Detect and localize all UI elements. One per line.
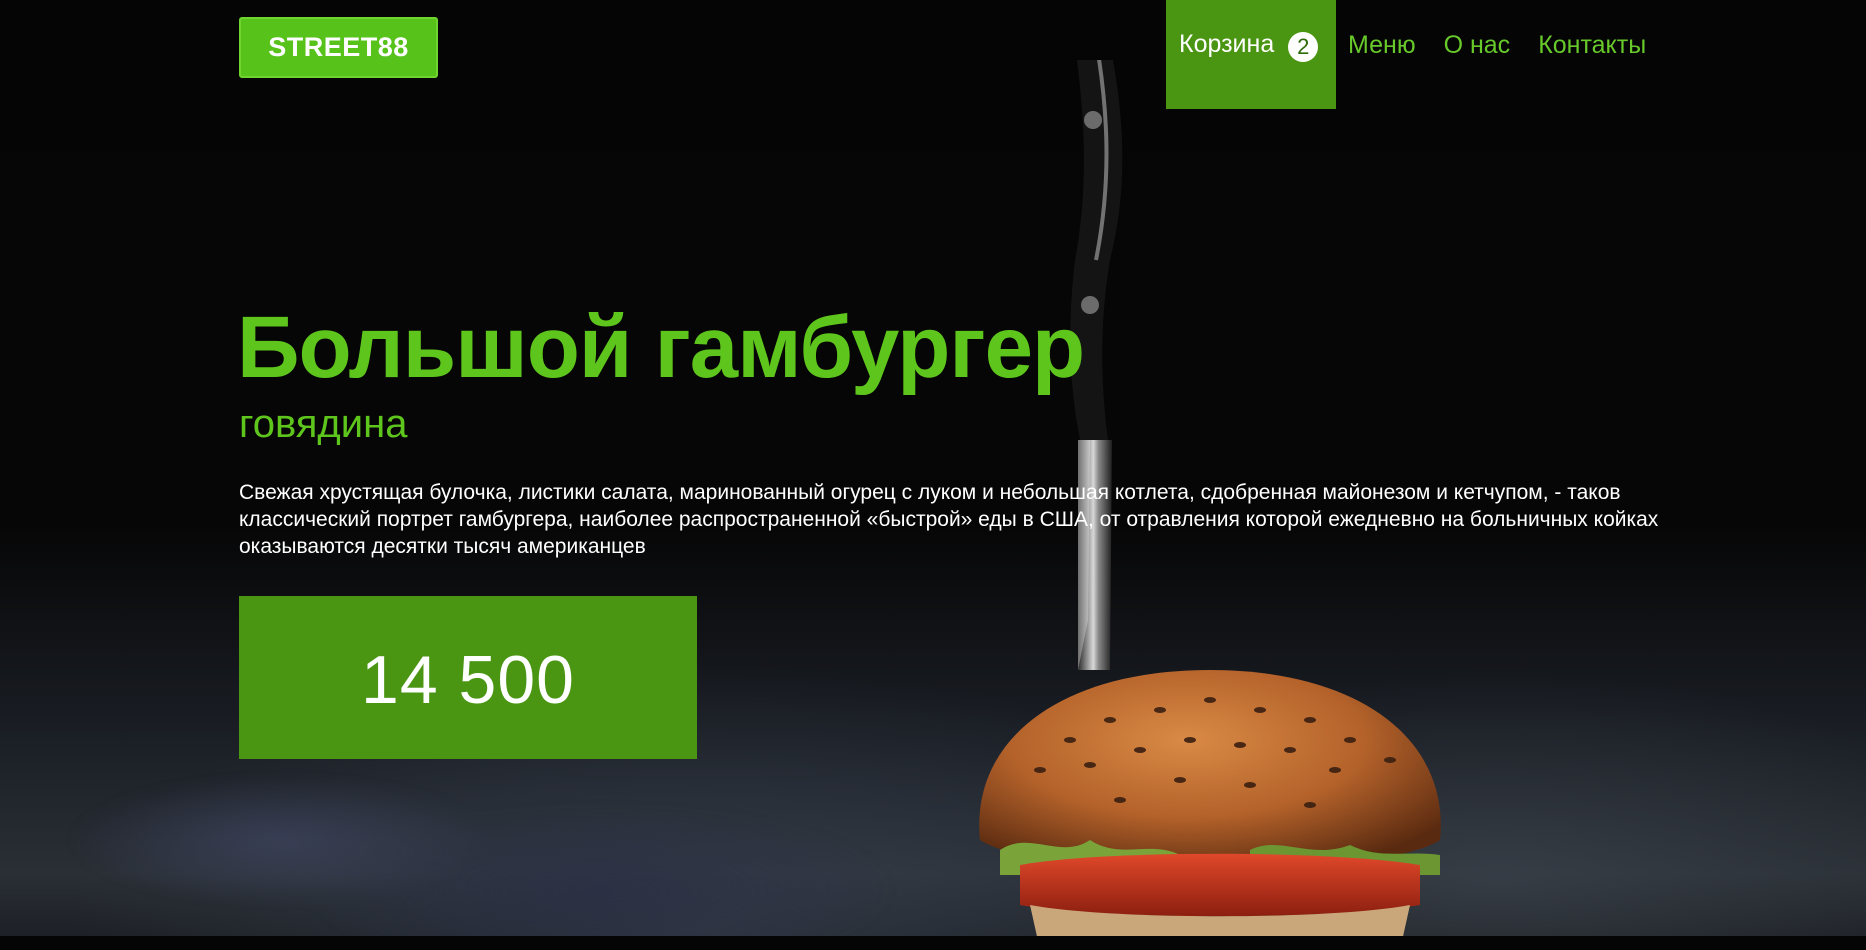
product-title: Большой гамбургер xyxy=(237,299,1085,396)
main-navigation: Корзина 2 Меню О нас Контакты xyxy=(1166,0,1662,109)
cart-count-badge: 2 xyxy=(1288,32,1319,62)
landing-page: STREET88 Корзина 2 Меню О нас Контакты Б… xyxy=(0,0,1866,950)
cart-label: Корзина xyxy=(1179,30,1275,58)
product-subtitle: говядина xyxy=(239,402,408,446)
product-description: Свежая хрустящая булочка, листики салата… xyxy=(239,481,1659,558)
price-value: 14 500 xyxy=(361,641,575,718)
price-button[interactable]: 14 500 xyxy=(239,596,697,759)
nav-link-menu[interactable]: Меню xyxy=(1348,0,1416,60)
nav-cart-button[interactable]: Корзина 2 xyxy=(1166,0,1336,109)
nav-link-contacts[interactable]: Контакты xyxy=(1538,0,1646,60)
logo-button[interactable]: STREET88 xyxy=(239,17,438,78)
bottom-bar xyxy=(0,936,1866,950)
nav-link-about[interactable]: О нас xyxy=(1444,0,1511,60)
